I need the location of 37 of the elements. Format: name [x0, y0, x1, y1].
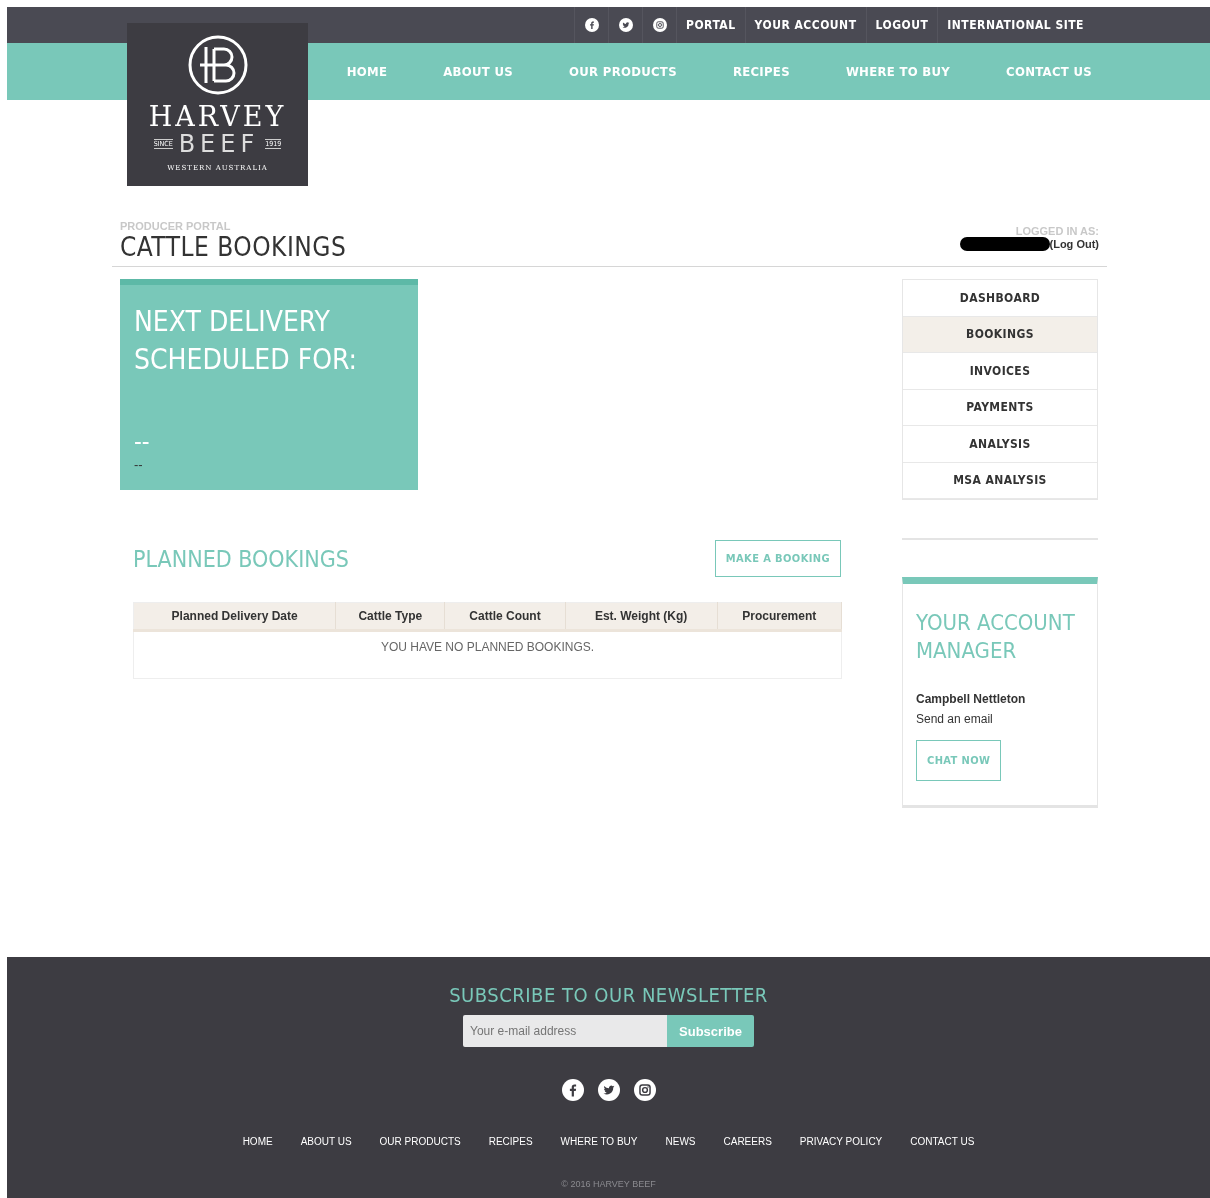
logo-monogram-icon	[187, 35, 248, 95]
newsletter-title: SUBSCRIBE TO OUR NEWSLETTER	[449, 983, 768, 1007]
twitter-icon[interactable]	[597, 1079, 620, 1101]
facebook-icon[interactable]	[561, 1079, 584, 1101]
delivery-detail: --	[134, 457, 144, 472]
footer-link[interactable]: ABOUT US	[300, 1136, 352, 1147]
facebook-icon[interactable]	[584, 18, 599, 32]
instagram-icon[interactable]	[652, 18, 667, 32]
footer-link[interactable]: RECIPES	[488, 1136, 533, 1147]
column-header: Est. Weight (Kg)	[565, 602, 718, 631]
footer-link[interactable]: CAREERS	[723, 1136, 772, 1147]
email-input[interactable]: Your e-mail address	[463, 1015, 667, 1047]
logo-name: HARVEY	[148, 103, 287, 131]
column-header: Cattle Count	[444, 602, 566, 631]
empty-message: YOU HAVE NO PLANNED BOOKINGS.	[133, 630, 842, 679]
page-title: CATTLE BOOKINGS	[120, 232, 347, 262]
section-title: PLANNED BOOKINGS	[133, 545, 349, 572]
footer-link[interactable]: OUR PRODUCTS	[379, 1136, 461, 1147]
column-header: Procurement	[717, 602, 842, 631]
email-link[interactable]: Send an email	[916, 712, 993, 726]
footer-link[interactable]: PRIVACY POLICY	[799, 1136, 883, 1147]
card-title: NEXT DELIVERY SCHEDULED FOR:	[134, 304, 359, 378]
logo-name: BEEF	[178, 131, 260, 157]
delivery-date: --	[134, 431, 151, 453]
instagram-icon[interactable]	[633, 1079, 656, 1101]
twitter-icon[interactable]	[618, 18, 633, 32]
manager-name: Campbell Nettleton	[916, 692, 1026, 706]
card-title: YOUR ACCOUNT MANAGER	[916, 609, 1076, 665]
column-header: Cattle Type	[335, 602, 445, 631]
footer-link[interactable]: HOME	[242, 1136, 273, 1147]
column-header: Planned Delivery Date	[133, 602, 336, 631]
footer-link[interactable]: WHERE TO BUY	[560, 1136, 638, 1147]
side-menu-item[interactable]: BOOKINGS	[903, 316, 1097, 353]
footer-link[interactable]: NEWS	[665, 1136, 696, 1147]
sign-out-link[interactable]: (Log Out)	[1049, 238, 1099, 250]
copyright: © 2016 HARVEY BEEF	[561, 1179, 656, 1189]
footer-link[interactable]: CONTACT US	[910, 1136, 975, 1147]
